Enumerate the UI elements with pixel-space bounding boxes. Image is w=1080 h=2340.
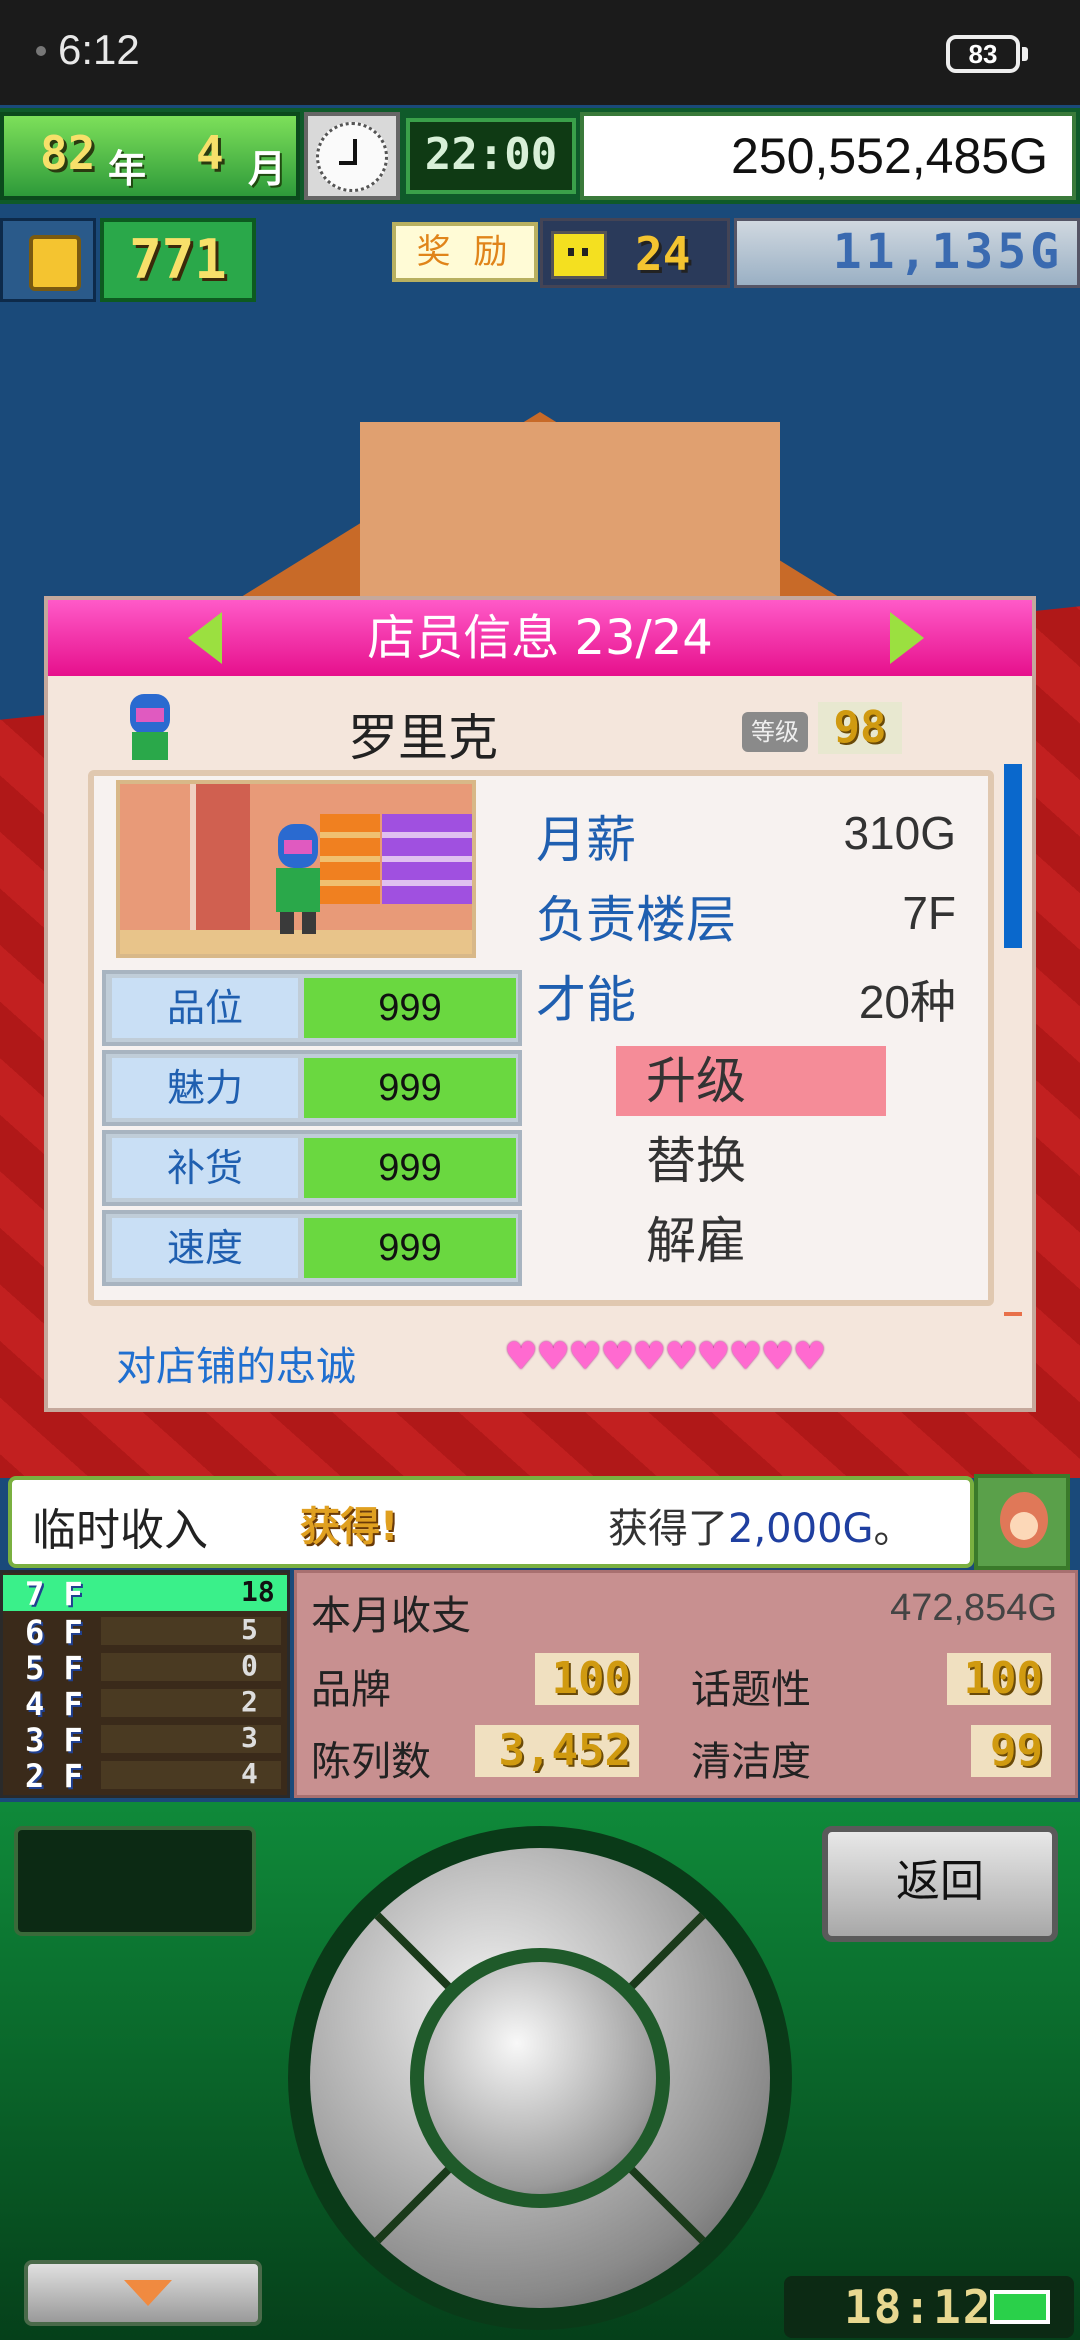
total-money: 250,552,485G (580, 112, 1076, 200)
dialog-scrollbar[interactable] (1004, 764, 1022, 1320)
scrollbar-thumb[interactable] (1004, 764, 1022, 948)
scene-wall (360, 422, 780, 622)
staff-portrait (116, 780, 476, 958)
game-time: 22:00 (406, 118, 576, 194)
scrollbar-end-marker (1004, 1312, 1022, 1316)
notice-gain-badge: 获得! (300, 1504, 399, 1550)
stat-row-speed: 速度 999 (102, 1210, 522, 1286)
staff-figure-icon (276, 824, 320, 934)
level-value: 98 (818, 702, 902, 754)
floor-row[interactable]: 5 F0 (3, 1649, 287, 1687)
stat-value: 999 (304, 978, 516, 1038)
loyalty-hearts-icon: ♥♥♥♥♥♥♥♥♥♥ (504, 1334, 827, 1378)
monthly-label: 本月收支 (311, 1593, 471, 1639)
hud-second-row: 771 奖 励 24 11,135G (0, 206, 1080, 302)
staff-avatar-icon (130, 694, 170, 760)
stat-value: 999 (304, 1218, 516, 1278)
controller-battery-icon (990, 2290, 1050, 2324)
floor-row[interactable]: 3 F3 (3, 1721, 287, 1759)
stat-label: 速度 (112, 1218, 298, 1278)
dpad-center-button[interactable] (410, 1948, 670, 2208)
controller-clock-time: 18:12 (844, 2280, 993, 2334)
info-key: 才能 (536, 971, 636, 1029)
display-label: 陈列数 (311, 1739, 431, 1785)
stat-label: 品位 (112, 978, 298, 1038)
stat-value: 999 (304, 1058, 516, 1118)
month-number: 4 (196, 126, 224, 180)
notification-dot (36, 46, 46, 56)
clock-icon (304, 112, 400, 200)
notice-message: 获得了2,000G。 (608, 1506, 914, 1552)
system-time: 6:12 (58, 26, 140, 73)
info-value: 7F (902, 887, 956, 939)
notice-title: 临时收入 (32, 1505, 208, 1556)
floor-row[interactable]: 2 F4 (3, 1757, 287, 1795)
brand-label: 品牌 (311, 1667, 391, 1713)
income-notification[interactable]: 临时收入 获得! 获得了2,000G。 (8, 1476, 974, 1568)
prev-arrow-icon[interactable] (188, 612, 222, 664)
clean-value: 99 (971, 1725, 1051, 1777)
smiley-face-icon (551, 231, 607, 279)
staff-name: 罗里克 (348, 709, 498, 767)
topic-label: 话题性 (691, 1667, 811, 1713)
finance-panel: 本月收支 472,854G 品牌 100 话题性 100 陈列数 3,452 清… (294, 1570, 1078, 1798)
controller-screen (14, 1826, 256, 1936)
brand-value: 100 (535, 1653, 639, 1705)
dismiss-button[interactable]: 解雇 (616, 1206, 886, 1276)
topic-value: 100 (947, 1653, 1051, 1705)
month-unit: 月 (248, 147, 287, 191)
info-value: 310G (843, 807, 956, 859)
loyalty-label: 对店铺的忠诚 (116, 1344, 356, 1390)
info-key: 月薪 (536, 811, 636, 869)
clean-label: 清洁度 (691, 1739, 811, 1785)
upgrade-button[interactable]: 升级 (616, 1046, 886, 1116)
info-talents: 才能 20种 (536, 960, 956, 1030)
info-key: 负责楼层 (536, 891, 736, 949)
research-money: 11,135G (734, 218, 1080, 288)
info-value: 20种 (858, 976, 956, 1028)
monthly-value: 472,854G (890, 1587, 1057, 1629)
hud-top-row: 82 年 4 月 22:00 250,552,485G (0, 108, 1080, 204)
info-salary: 月薪 310G (536, 800, 956, 870)
controller-clock: 18:12 (784, 2276, 1074, 2338)
visitors-value: 24 (635, 227, 691, 281)
stat-row-charm: 魅力 999 (102, 1050, 522, 1126)
staff-info-dialog: 店员信息 23/24 罗里克 等级 98 品位 999 魅力 999 补货 99… (44, 596, 1036, 1412)
display-value: 3,452 (475, 1725, 639, 1777)
battery-icon: 83 (946, 35, 1020, 73)
points-bag-icon (0, 218, 96, 302)
replace-button[interactable]: 替换 (616, 1126, 886, 1196)
reward-button[interactable]: 奖 励 (392, 222, 538, 282)
floor-row[interactable]: 4 F2 (3, 1685, 287, 1723)
game-date: 82 年 4 月 (0, 112, 300, 200)
stat-value: 999 (304, 1138, 516, 1198)
year-number: 82 (40, 126, 96, 180)
next-arrow-icon[interactable] (890, 612, 924, 664)
floor-list: 7 F 18 6 F5 5 F0 4 F2 3 F3 2 F4 (0, 1570, 290, 1798)
level-label: 等级 (742, 712, 808, 752)
info-floor: 负责楼层 7F (536, 880, 956, 950)
assistant-avatar (974, 1474, 1070, 1570)
stat-row-restock: 补货 999 (102, 1130, 522, 1206)
battery-tip (1022, 47, 1028, 61)
system-status-bar: 6:12 83 (0, 0, 1080, 105)
floor-row[interactable]: 7 F 18 (3, 1575, 287, 1613)
points-value: 771 (100, 218, 256, 302)
stat-row-taste: 品位 999 (102, 970, 522, 1046)
stat-label: 魅力 (112, 1058, 298, 1118)
stat-label: 补货 (112, 1138, 298, 1198)
controller-panel: 返回 18:12 (0, 1802, 1080, 2340)
floor-row[interactable]: 6 F5 (3, 1613, 287, 1651)
back-button[interactable]: 返回 (822, 1826, 1058, 1942)
collapse-button[interactable] (24, 2260, 262, 2326)
down-arrow-icon (124, 2280, 172, 2306)
visitors-counter: 24 (540, 218, 730, 288)
year-unit: 年 (108, 147, 147, 191)
